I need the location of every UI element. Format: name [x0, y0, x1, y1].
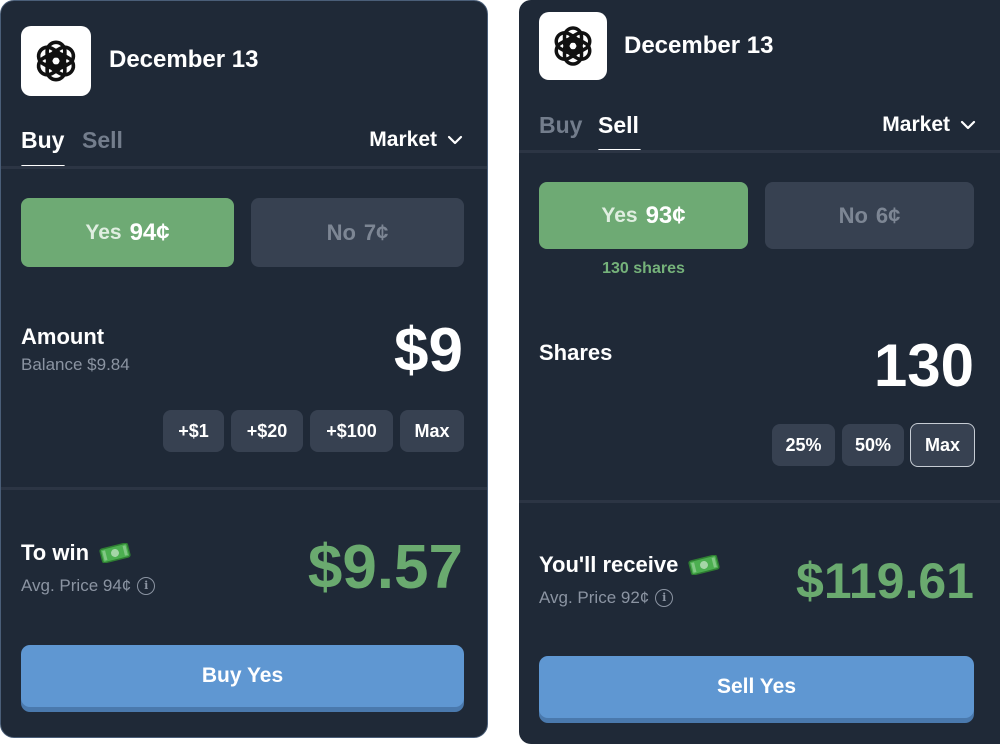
- tabs-divider: [519, 150, 1000, 153]
- balance-text: Balance $9.84: [21, 355, 130, 374]
- order-type-dropdown[interactable]: Market: [369, 128, 463, 152]
- market-logo: [539, 12, 607, 80]
- section-divider: [1, 487, 487, 490]
- yes-price: 93¢: [645, 201, 686, 229]
- buy-panel: December 13 Buy Sell Market Yes 94¢ No 7…: [0, 0, 488, 738]
- openai-logo-icon: [36, 40, 76, 82]
- no-outcome-button[interactable]: No 6¢: [765, 182, 974, 249]
- no-price: 6¢: [875, 202, 901, 228]
- receive-row: You'll receive: [539, 552, 720, 578]
- avg-price-text: Avg. Price 92¢: [539, 588, 650, 607]
- market-logo: [21, 26, 91, 96]
- sell-panel: December 13 Buy Sell Market Yes 93¢ No 6…: [519, 0, 1000, 744]
- amount-label: Amount: [21, 324, 105, 349]
- receive-value: $119.61: [796, 553, 974, 609]
- yes-label: Yes: [85, 220, 122, 244]
- no-label: No: [326, 219, 356, 245]
- no-label: No: [838, 202, 868, 228]
- percent-50-button[interactable]: 50%: [842, 424, 904, 466]
- to-win-row: To win: [21, 540, 131, 566]
- to-win-label: To win: [21, 540, 90, 565]
- yes-outcome-button[interactable]: Yes 93¢: [539, 182, 748, 249]
- percent-25-button[interactable]: 25%: [772, 424, 835, 466]
- shares-label: Shares: [539, 340, 613, 365]
- tab-buy[interactable]: Buy: [21, 127, 64, 154]
- avg-price-row: Avg. Price 92¢ i: [539, 588, 674, 608]
- info-icon[interactable]: i: [137, 577, 156, 595]
- add-1-button[interactable]: +$1: [163, 410, 224, 452]
- order-type-dropdown[interactable]: Market: [882, 113, 976, 137]
- order-type-label: Market: [882, 113, 950, 136]
- money-icon: [99, 543, 131, 563]
- shares-value[interactable]: 130: [874, 331, 974, 400]
- amount-value[interactable]: $9: [394, 315, 463, 386]
- money-icon: [688, 555, 720, 575]
- yes-label: Yes: [601, 203, 638, 227]
- market-title: December 13: [109, 46, 259, 73]
- no-outcome-button[interactable]: No 7¢: [251, 198, 464, 267]
- no-price: 7¢: [363, 219, 389, 245]
- yes-outcome-button[interactable]: Yes 94¢: [21, 198, 234, 267]
- avg-price-row: Avg. Price 94¢ i: [21, 576, 156, 596]
- add-100-button[interactable]: +$100: [310, 410, 393, 452]
- receive-label: You'll receive: [539, 552, 679, 577]
- market-title: December 13: [624, 32, 774, 59]
- tabs-divider: [1, 166, 487, 169]
- section-divider: [519, 500, 1000, 503]
- max-button[interactable]: Max: [910, 423, 975, 467]
- sell-yes-button[interactable]: Sell Yes: [539, 656, 974, 718]
- avg-price-text: Avg. Price 94¢: [21, 576, 132, 595]
- order-type-label: Market: [369, 128, 437, 151]
- tab-sell[interactable]: Sell: [598, 112, 639, 139]
- add-20-button[interactable]: +$20: [231, 410, 303, 452]
- tab-sell[interactable]: Sell: [82, 127, 123, 154]
- max-button[interactable]: Max: [400, 410, 464, 452]
- info-icon[interactable]: i: [655, 589, 674, 607]
- buy-yes-button[interactable]: Buy Yes: [21, 645, 464, 707]
- to-win-value: $9.57: [307, 533, 463, 602]
- chevron-down-icon: [447, 135, 463, 145]
- tab-buy[interactable]: Buy: [539, 112, 582, 139]
- openai-logo-icon: [554, 26, 592, 66]
- shares-held-text: 130 shares: [602, 260, 685, 277]
- chevron-down-icon: [960, 120, 976, 130]
- yes-price: 94¢: [129, 218, 170, 246]
